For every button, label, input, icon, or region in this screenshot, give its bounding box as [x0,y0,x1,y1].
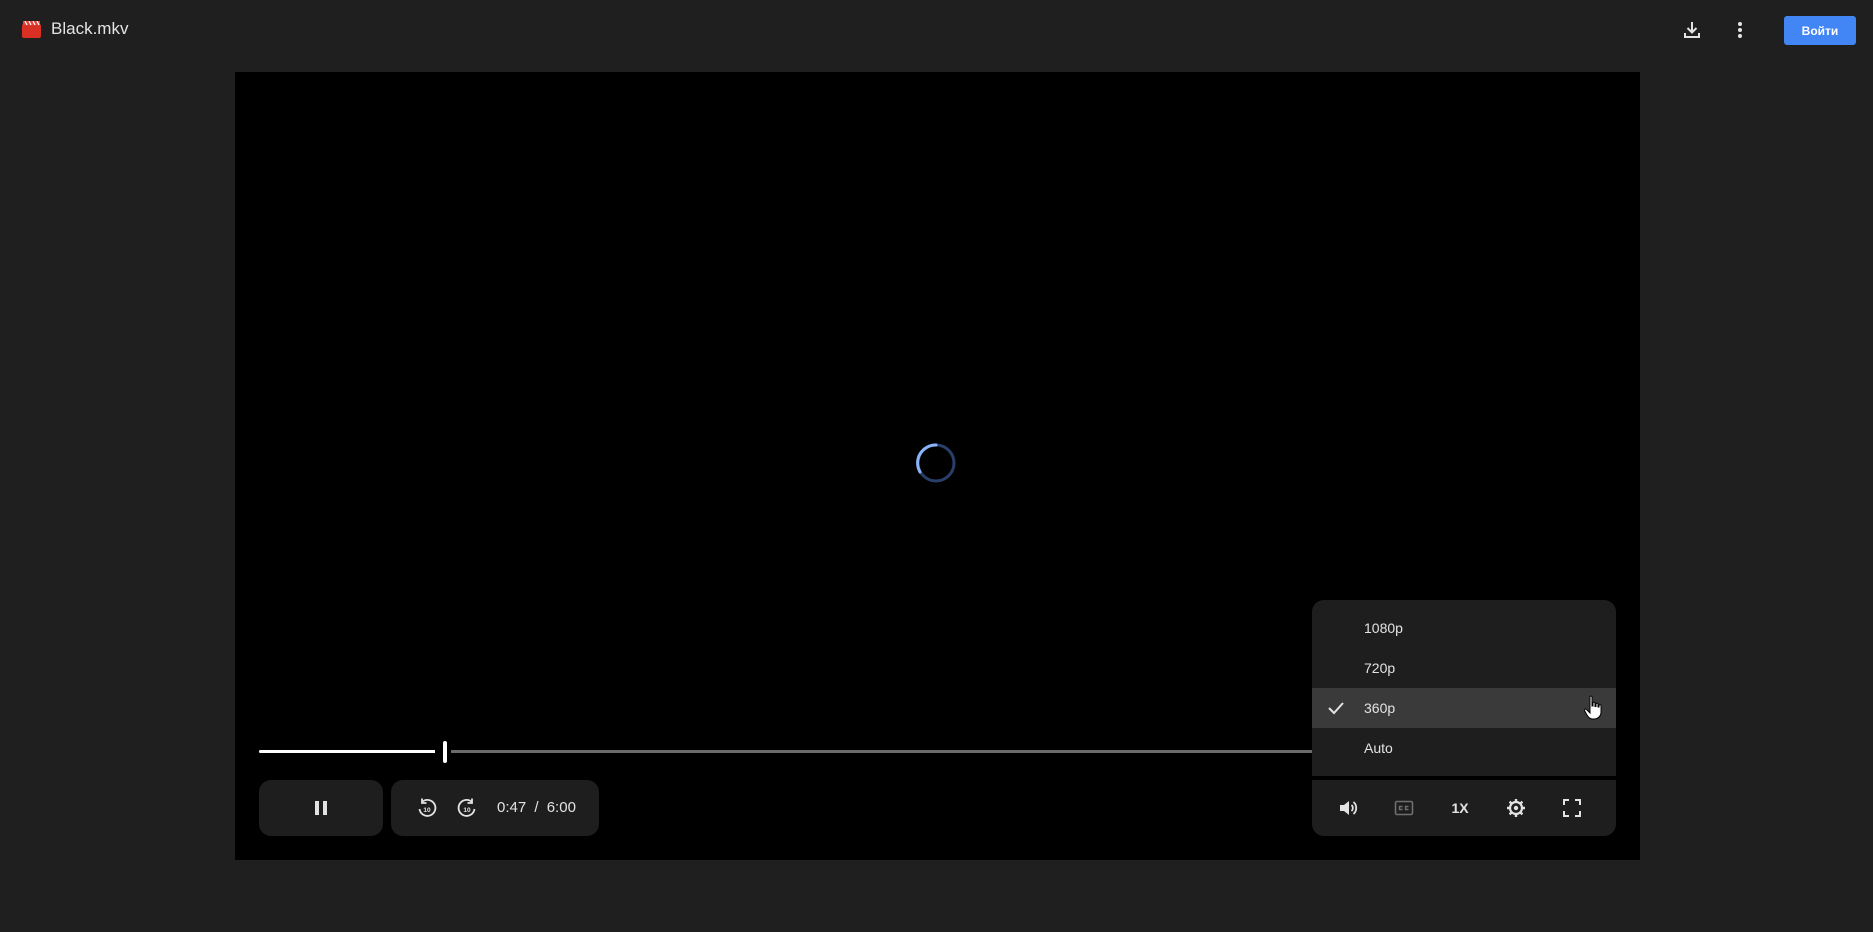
time-display: 0:47 / 6:00 [497,799,576,816]
svg-text:10: 10 [463,807,471,814]
quality-option-1080p[interactable]: 1080p [1312,608,1616,648]
check-icon [1328,702,1344,715]
hand-cursor-icon [1583,695,1602,720]
loading-spinner-icon [916,443,956,483]
video-file-icon [22,21,41,38]
more-vert-icon [1738,22,1742,38]
player-settings-controls: 1X [1312,780,1616,836]
duration: 6:00 [546,799,576,816]
captions-button[interactable] [1388,792,1420,824]
quality-option-label: 1080p [1364,620,1403,636]
seek-bar-played [259,750,437,753]
more-options-button[interactable] [1720,10,1760,50]
forward-10-icon: 10 [457,798,476,817]
gear-icon [1507,799,1525,817]
speed-label: 1X [1451,800,1469,816]
playback-speed-button[interactable]: 1X [1444,792,1476,824]
closed-captions-icon [1394,800,1414,816]
rewind-10-button[interactable]: 10 [411,792,443,824]
quality-option-label: Auto [1364,740,1393,756]
sign-in-button[interactable]: Войти [1784,16,1856,45]
pause-icon [315,801,327,815]
quality-menu: 1080p 720p 360p Auto [1312,600,1616,776]
quality-option-720p[interactable]: 720p [1312,648,1616,688]
volume-icon [1340,801,1358,815]
pause-button[interactable] [301,788,341,828]
quality-option-360p[interactable]: 360p [1312,688,1616,728]
play-controls [259,780,383,836]
download-button[interactable] [1672,10,1712,50]
settings-button[interactable] [1500,792,1532,824]
svg-text:10: 10 [423,807,431,814]
download-icon [1684,22,1700,38]
file-title: Black.mkv [51,19,129,38]
quality-option-auto[interactable]: Auto [1312,728,1616,768]
quality-option-label: 720p [1364,660,1396,676]
seek-controls: 10 10 0:47 / 6:00 [391,780,599,836]
time-separator: / [534,799,539,816]
fullscreen-button[interactable] [1556,792,1588,824]
quality-option-label: 360p [1364,700,1396,716]
video-player[interactable]: 10 10 0:47 / 6:00 1080p 720p 360p Auto 1… [235,72,1640,860]
replay-10-icon: 10 [418,798,437,817]
current-time: 0:47 [497,799,527,816]
volume-button[interactable] [1332,792,1364,824]
seek-thumb[interactable] [443,741,447,763]
top-bar: Black.mkv Войти [0,0,1873,60]
forward-10-button[interactable]: 10 [451,792,483,824]
fullscreen-icon [1563,799,1581,817]
